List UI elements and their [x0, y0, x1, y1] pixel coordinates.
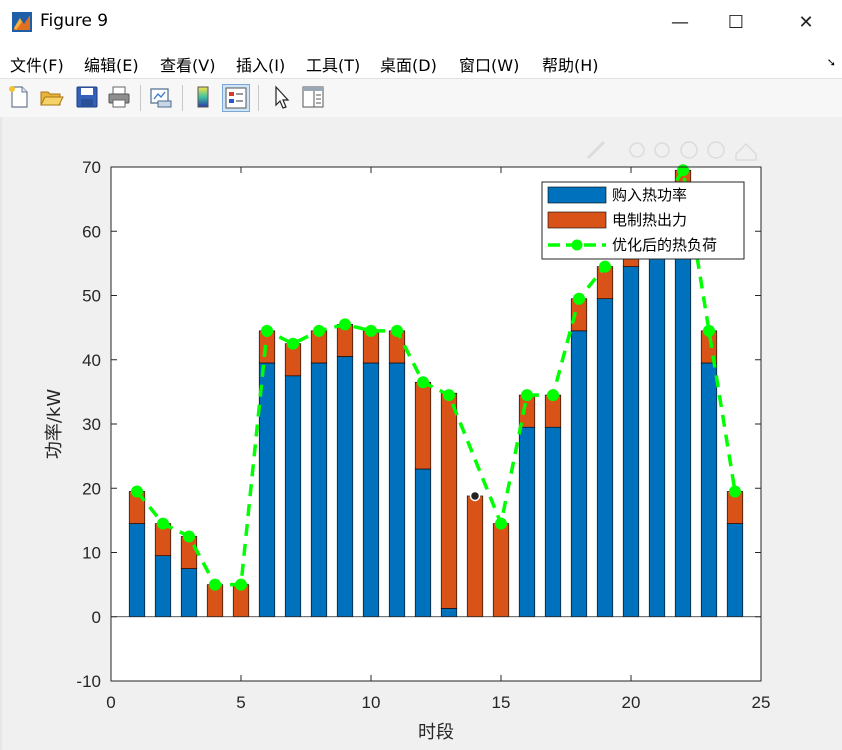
zoom-out-icon[interactable]	[707, 141, 725, 159]
bar-line-chart[interactable]: 0 5 10 15 20 25 -10 0 10 20 30 40 50 60 70 时段 功率/kW 购…	[0, 0, 842, 750]
heat-load-marker[interactable]	[547, 389, 559, 402]
bar-purchased-heat[interactable]	[440, 608, 458, 618]
bar-purchased-heat[interactable]	[648, 243, 666, 618]
bar-electric-heat[interactable]	[492, 523, 510, 618]
heat-load-marker[interactable]	[157, 517, 169, 530]
heat-load-marker[interactable]	[443, 389, 455, 402]
x-tick-label: 25	[752, 693, 771, 712]
heat-load-marker[interactable]	[261, 324, 273, 337]
bar-purchased-heat[interactable]	[154, 555, 172, 618]
bar-purchased-heat[interactable]	[258, 362, 276, 618]
legend-swatch-electric-heat	[547, 211, 607, 229]
legend-swatch-purchased-heat	[547, 186, 607, 204]
bar-purchased-heat[interactable]	[544, 426, 562, 618]
zoom-in-icon[interactable]	[680, 141, 698, 159]
heat-load-marker[interactable]	[729, 485, 741, 498]
legend[interactable]: 购入热功率电制热出力优化后的热负荷	[541, 181, 745, 260]
bar-purchased-heat[interactable]	[388, 362, 406, 618]
heat-load-marker[interactable]	[209, 578, 221, 591]
heat-load-marker[interactable]	[495, 517, 507, 530]
x-axis-label: 时段	[418, 722, 454, 743]
y-tick-label: 30	[82, 415, 101, 434]
y-tick-label: 40	[82, 351, 101, 370]
bar-purchased-heat[interactable]	[700, 362, 718, 618]
heat-load-marker[interactable]	[391, 324, 403, 337]
bar-purchased-heat[interactable]	[310, 362, 328, 618]
bar-purchased-heat[interactable]	[518, 426, 536, 618]
bar-purchased-heat[interactable]	[336, 356, 354, 618]
x-tick-label: 20	[622, 693, 641, 712]
legend-label: 电制热出力	[612, 211, 687, 229]
home-icon[interactable]	[735, 142, 757, 161]
y-tick-label: 60	[82, 222, 101, 241]
bar-electric-heat[interactable]	[440, 392, 458, 609]
y-tick-label: 0	[92, 608, 101, 627]
y-tick-label: 20	[82, 479, 101, 498]
heat-load-marker[interactable]	[677, 164, 689, 177]
legend-label: 优化后的热负荷	[612, 236, 717, 254]
legend-label: 购入热功率	[612, 186, 687, 204]
heat-load-marker[interactable]	[521, 389, 533, 402]
heat-load-marker[interactable]	[313, 324, 325, 337]
bar-purchased-heat[interactable]	[596, 298, 614, 618]
y-tick-label: 10	[82, 544, 101, 563]
x-tick-label: 10	[362, 693, 381, 712]
bar-purchased-heat[interactable]	[128, 523, 146, 618]
x-tick-label: 15	[492, 693, 511, 712]
pan-icon[interactable]	[654, 142, 670, 158]
bar-purchased-heat[interactable]	[414, 468, 432, 618]
heat-load-marker[interactable]	[339, 318, 351, 331]
heat-load-marker[interactable]	[417, 376, 429, 389]
y-tick-label: 70	[82, 158, 101, 177]
heat-load-marker[interactable]	[365, 324, 377, 337]
bar-purchased-heat[interactable]	[622, 266, 640, 618]
y-tick-label: -10	[76, 672, 101, 691]
heat-load-marker[interactable]	[573, 292, 585, 305]
bar-purchased-heat[interactable]	[284, 375, 302, 618]
bar-purchased-heat[interactable]	[570, 330, 588, 618]
y-tick-label: 50	[82, 287, 101, 306]
brush-icon[interactable]	[586, 140, 606, 160]
bar-purchased-heat[interactable]	[180, 568, 198, 618]
datatip-icon[interactable]	[629, 142, 645, 158]
axes-toolbar[interactable]	[586, 140, 757, 161]
heat-load-marker[interactable]	[235, 578, 247, 591]
heat-load-marker[interactable]	[183, 530, 195, 543]
bar-purchased-heat[interactable]	[726, 523, 744, 618]
x-tick-label: 0	[106, 693, 115, 712]
bar-electric-heat[interactable]	[414, 381, 432, 470]
heat-load-marker[interactable]	[703, 324, 715, 337]
bar-electric-heat[interactable]	[466, 495, 484, 618]
bar-purchased-heat[interactable]	[362, 362, 380, 618]
heat-load-marker[interactable]	[131, 485, 143, 498]
x-tick-label: 5	[236, 693, 245, 712]
heat-load-marker[interactable]	[287, 337, 299, 350]
bar-purchased-heat[interactable]	[674, 202, 692, 618]
datatip-marker[interactable]	[469, 490, 481, 502]
legend-marker-heat-load	[571, 239, 583, 251]
heat-load-marker[interactable]	[599, 260, 611, 273]
y-axis-label: 功率/kW	[44, 389, 65, 459]
